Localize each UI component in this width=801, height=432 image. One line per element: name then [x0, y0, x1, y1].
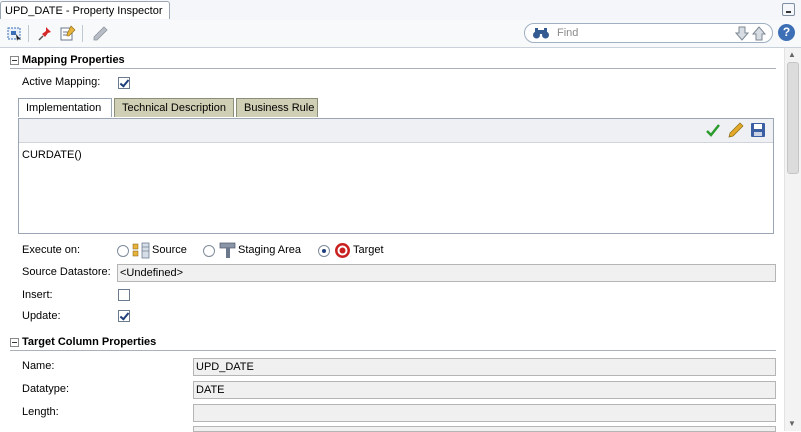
insert-checkbox[interactable]	[118, 289, 130, 301]
editor-toolbar	[19, 119, 773, 143]
toolbar-separator	[28, 25, 29, 42]
expression-text[interactable]: CURDATE()	[22, 149, 82, 161]
expression-editor[interactable]: CURDATE()	[18, 118, 774, 234]
window-title-tab[interactable]: UPD_DATE - Property Inspector	[0, 1, 170, 19]
help-icon[interactable]: ?	[778, 24, 795, 41]
execute-staging-label[interactable]: Staging Area	[238, 244, 301, 256]
title-bar: UPD_DATE - Property Inspector	[0, 0, 801, 21]
next-field-partial[interactable]	[193, 426, 776, 432]
toolbar-separator	[82, 25, 83, 42]
execute-target-radio[interactable]	[318, 245, 330, 257]
select-icon[interactable]	[6, 25, 24, 42]
target-column-properties-header[interactable]: Target Column Properties	[10, 336, 774, 350]
tab-business-rule[interactable]: Business Rule	[236, 98, 318, 117]
insert-label: Insert:	[22, 289, 53, 301]
tab-technical-description[interactable]: Technical Description	[114, 98, 234, 117]
source-datastore-field[interactable]: <Undefined>	[117, 264, 776, 282]
name-label: Name:	[22, 360, 55, 372]
update-label: Update:	[22, 310, 61, 322]
validate-check-icon[interactable]	[705, 123, 721, 138]
active-mapping-checkbox[interactable]	[118, 77, 130, 89]
collapse-icon[interactable]	[10, 56, 19, 65]
save-icon[interactable]	[750, 122, 766, 138]
section-divider	[10, 350, 776, 351]
collapse-icon[interactable]	[10, 338, 19, 347]
name-field[interactable]: UPD_DATE	[193, 358, 776, 376]
length-field[interactable]	[193, 404, 776, 422]
execute-source-radio[interactable]	[117, 245, 129, 257]
target-icon	[335, 243, 350, 258]
execute-staging-radio[interactable]	[203, 245, 215, 257]
expression-editor-icon[interactable]	[728, 122, 744, 138]
pin-icon[interactable]	[37, 25, 55, 42]
find-placeholder: Find	[557, 27, 579, 39]
active-mapping-label: Active Mapping:	[22, 76, 101, 88]
minimize-button[interactable]	[782, 3, 795, 16]
find-next-icon[interactable]	[735, 26, 749, 41]
update-checkbox[interactable]	[118, 310, 130, 322]
section-divider	[10, 68, 776, 69]
binoculars-icon	[533, 28, 549, 39]
datatype-label: Datatype:	[22, 383, 70, 395]
source-datastore-icon	[132, 242, 150, 259]
datatype-field[interactable]: DATE	[193, 381, 776, 399]
scroll-up-icon[interactable]: ▲	[787, 50, 797, 60]
tab-implementation[interactable]: Implementation	[18, 98, 112, 117]
execute-source-label[interactable]: Source	[152, 244, 187, 256]
pencil-icon[interactable]	[91, 25, 109, 42]
edit-properties-icon[interactable]	[59, 25, 77, 42]
section-title: Mapping Properties	[22, 54, 125, 66]
length-label: Length:	[22, 406, 59, 418]
source-datastore-label: Source Datastore:	[22, 266, 111, 278]
find-previous-icon[interactable]	[752, 26, 766, 41]
find-input[interactable]: Find	[524, 23, 773, 43]
scrollbar-thumb[interactable]	[787, 62, 799, 174]
mapping-properties-header[interactable]: Mapping Properties	[10, 54, 774, 68]
execute-target-label[interactable]: Target	[353, 244, 384, 256]
scroll-down-icon[interactable]: ▼	[787, 419, 797, 429]
execute-on-label: Execute on:	[22, 244, 81, 256]
section-title: Target Column Properties	[22, 336, 157, 348]
staging-area-icon	[219, 242, 236, 258]
